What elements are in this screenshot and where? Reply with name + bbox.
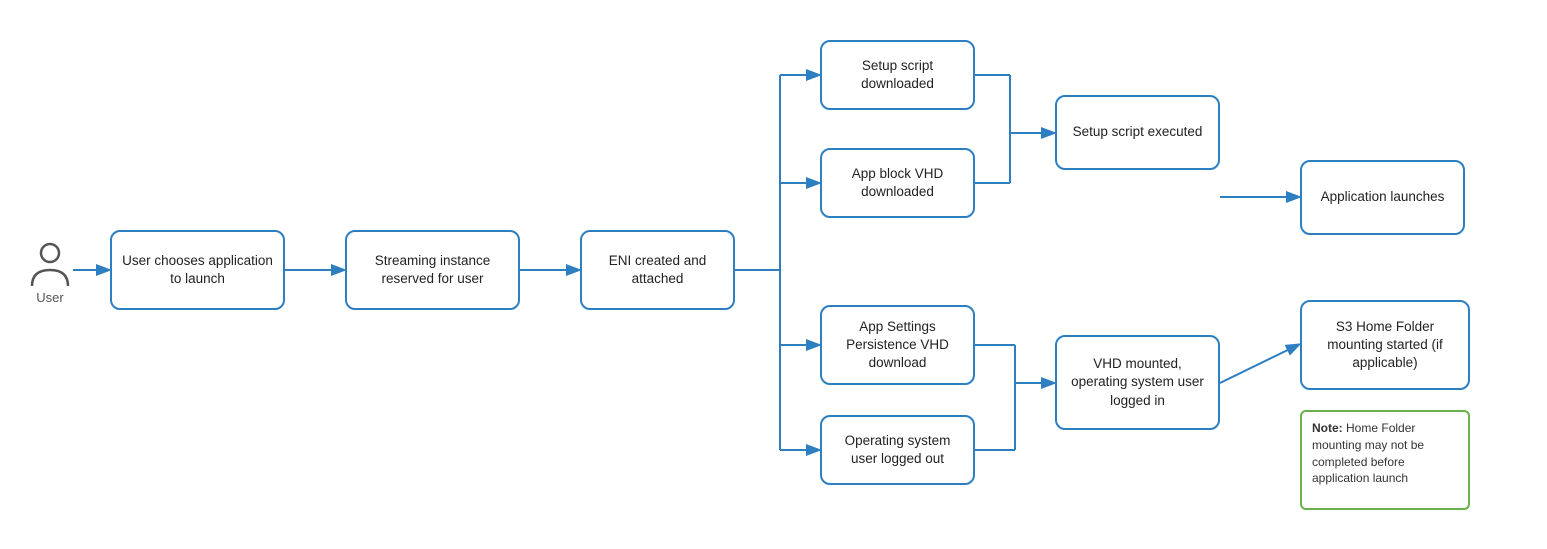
box-app-settings-text: App Settings Persistence VHD download	[832, 318, 963, 373]
box-app-block-vhd-text: App block VHD downloaded	[832, 165, 963, 201]
diagram-container: User User chooses application to launch …	[0, 0, 1547, 549]
box-os-user: Operating system user logged out	[820, 415, 975, 485]
box-app-block-vhd: App block VHD downloaded	[820, 148, 975, 218]
user-label: User	[36, 290, 63, 305]
box-vhd-mounted-text: VHD mounted, operating system user logge…	[1067, 355, 1208, 410]
box-streaming-instance-text: Streaming instance reserved for user	[357, 252, 508, 288]
box-setup-script-text: Setup script downloaded	[832, 57, 963, 93]
note-label: Note:	[1312, 421, 1343, 435]
box-s3-home: S3 Home Folder mounting started (if appl…	[1300, 300, 1470, 390]
user-icon: User	[28, 240, 72, 305]
note-box: Note: Home Folder mounting may not be co…	[1300, 410, 1470, 510]
box-app-settings: App Settings Persistence VHD download	[820, 305, 975, 385]
box-streaming-instance: Streaming instance reserved for user	[345, 230, 520, 310]
box-vhd-mounted: VHD mounted, operating system user logge…	[1055, 335, 1220, 430]
box-eni-created-text: ENI created and attached	[592, 252, 723, 288]
box-user-chooses-text: User chooses application to launch	[122, 252, 273, 288]
box-app-launches-text: Application launches	[1321, 188, 1445, 206]
box-app-launches: Application launches	[1300, 160, 1465, 235]
box-user-chooses: User chooses application to launch	[110, 230, 285, 310]
box-s3-home-text: S3 Home Folder mounting started (if appl…	[1312, 318, 1458, 373]
box-eni-created: ENI created and attached	[580, 230, 735, 310]
box-os-user-text: Operating system user logged out	[832, 432, 963, 468]
box-setup-executed: Setup script executed	[1055, 95, 1220, 170]
box-setup-script: Setup script downloaded	[820, 40, 975, 110]
box-setup-executed-text: Setup script executed	[1073, 123, 1203, 141]
